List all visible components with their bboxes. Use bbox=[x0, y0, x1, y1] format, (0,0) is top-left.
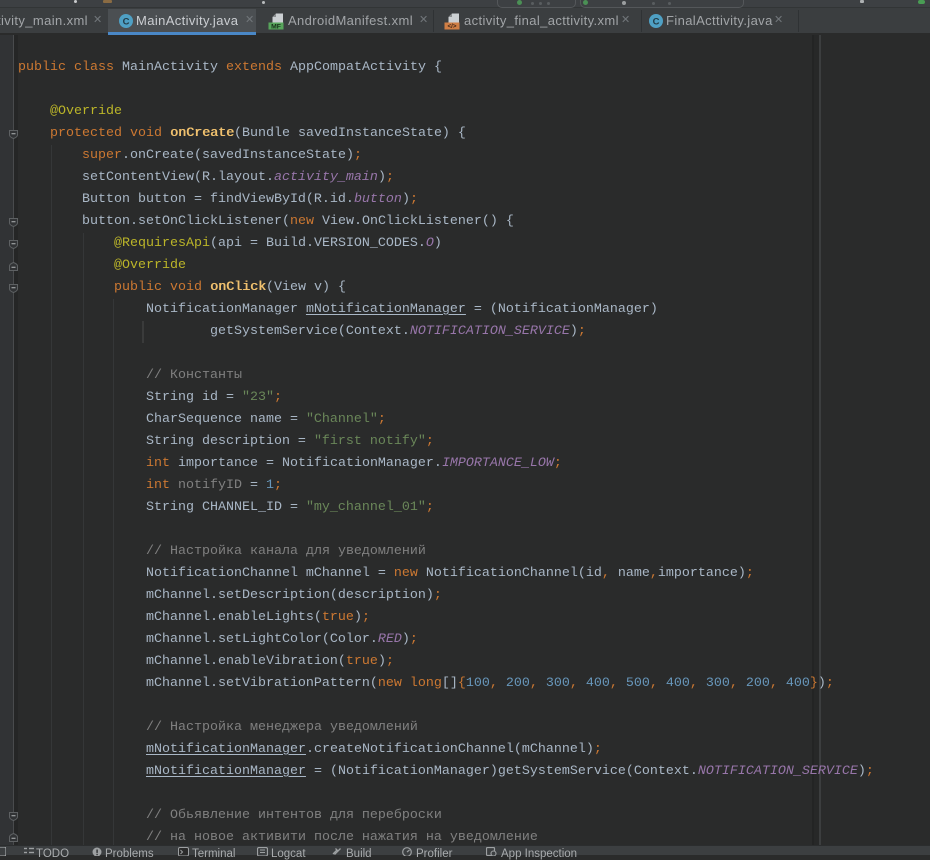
svg-text:C: C bbox=[123, 17, 130, 28]
svg-text:C: C bbox=[653, 17, 660, 28]
svg-text:MF: MF bbox=[271, 23, 281, 30]
svg-text:</>: </> bbox=[448, 23, 457, 30]
